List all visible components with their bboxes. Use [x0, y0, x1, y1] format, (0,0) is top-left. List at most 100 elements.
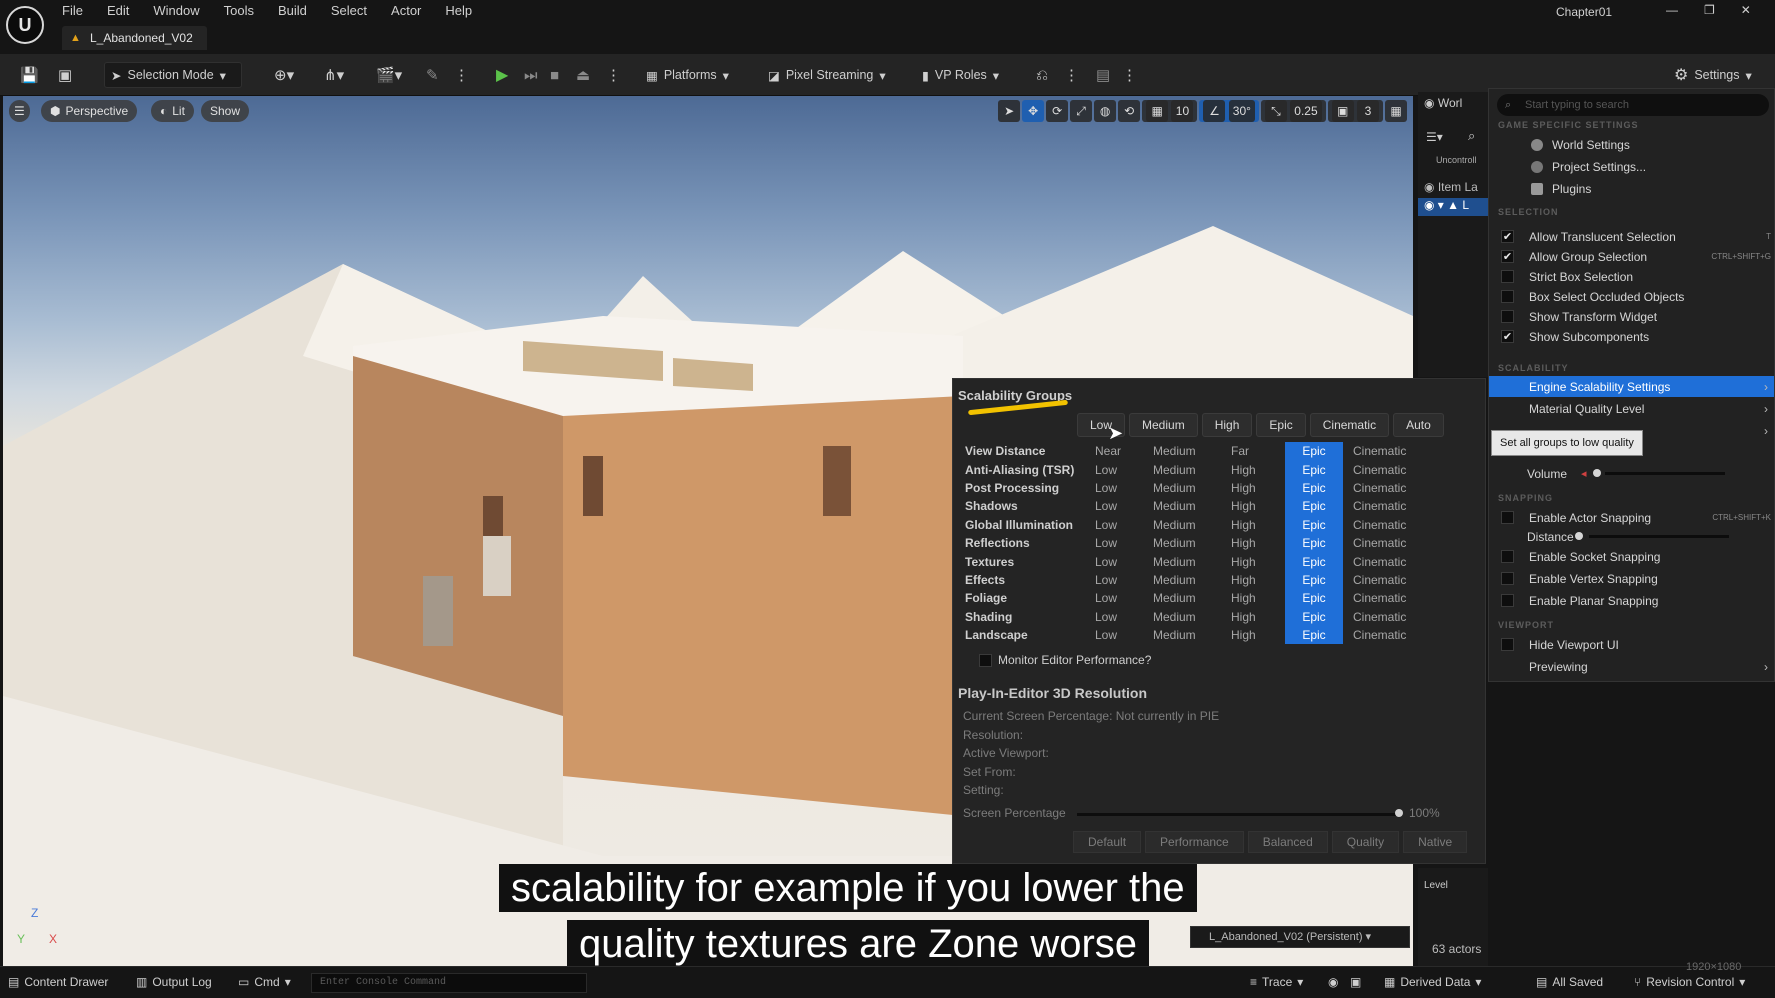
- menu-item-selection-option[interactable]: Strict Box Selection: [1489, 266, 1774, 287]
- all-saved-button[interactable]: ▤ All Saved: [1536, 975, 1603, 989]
- browse-icon[interactable]: ▣: [52, 62, 78, 88]
- scalability-level-option[interactable]: Medium: [1149, 626, 1227, 644]
- camera-speed-button[interactable]: ▣ 3: [1327, 100, 1383, 122]
- menu-actor[interactable]: Actor: [391, 3, 432, 19]
- lit-button[interactable]: ◐ Lit: [151, 100, 194, 122]
- checkbox[interactable]: [979, 653, 992, 667]
- scalability-level-option[interactable]: Cinematic: [1343, 626, 1423, 644]
- slider-handle[interactable]: [1575, 532, 1583, 540]
- vcam-icon[interactable]: ⎌: [1030, 62, 1054, 88]
- menu-window[interactable]: Window: [153, 3, 210, 19]
- res-performance-button[interactable]: Performance: [1145, 831, 1244, 853]
- menu-item-engine-scalability[interactable]: Engine Scalability Settings ›: [1489, 376, 1774, 397]
- menu-item-world-settings[interactable]: World Settings: [1489, 134, 1774, 155]
- preset-medium-button[interactable]: Medium: [1129, 413, 1198, 437]
- menu-item-previewing[interactable]: Previewing ›: [1489, 656, 1774, 677]
- scalability-level-option[interactable]: Medium: [1149, 460, 1227, 478]
- checkbox[interactable]: [1501, 270, 1514, 283]
- settings-dropdown[interactable]: ⚙ Settings ▾: [1668, 62, 1758, 88]
- scalability-level-option[interactable]: High: [1227, 479, 1285, 497]
- map-tab[interactable]: ▲ L_Abandoned_V02: [62, 26, 207, 50]
- scalability-level-option[interactable]: Low: [1091, 497, 1149, 515]
- checkbox[interactable]: [1501, 550, 1514, 563]
- vp-roles-dropdown[interactable]: ▮ VP Roles ▾: [916, 62, 1005, 88]
- scalability-level-option[interactable]: Cinematic: [1343, 460, 1423, 478]
- layout-icon[interactable]: ▤: [1090, 62, 1116, 88]
- scalability-level-option[interactable]: Medium: [1149, 442, 1227, 460]
- slider-handle[interactable]: [1593, 469, 1601, 477]
- level-dropdown[interactable]: L_Abandoned_V02 (Persistent) ▾: [1190, 926, 1410, 948]
- scalability-level-option[interactable]: Low: [1091, 516, 1149, 534]
- perspective-button[interactable]: ⬢ Perspective: [41, 100, 138, 122]
- scalability-level-option[interactable]: High: [1227, 626, 1285, 644]
- scalability-level-option[interactable]: Epic: [1285, 625, 1343, 645]
- scalability-level-option[interactable]: High: [1227, 608, 1285, 626]
- monitor-performance-checkbox[interactable]: Monitor Editor Performance?: [979, 653, 1151, 667]
- show-button[interactable]: Show: [201, 100, 250, 122]
- scalability-level-option[interactable]: High: [1227, 534, 1285, 552]
- scalability-level-option[interactable]: Low: [1091, 552, 1149, 570]
- distance-slider[interactable]: [1589, 535, 1729, 538]
- cmd-dropdown[interactable]: ▭ Cmd ▾: [238, 975, 291, 989]
- mute-icon[interactable]: ◂: [1581, 467, 1587, 480]
- menu-item-selection-option[interactable]: ✔ Show Subcomponents: [1489, 326, 1774, 347]
- close-icon[interactable]: ✕: [1741, 3, 1751, 17]
- slider-handle[interactable]: [1395, 809, 1403, 817]
- scalability-level-option[interactable]: Cinematic: [1343, 534, 1423, 552]
- world-local-icon[interactable]: ◍: [1094, 100, 1117, 122]
- more-icon[interactable]: ⋮: [448, 62, 475, 88]
- scalability-level-option[interactable]: Medium: [1149, 552, 1227, 570]
- scalability-level-option[interactable]: Epic: [1285, 515, 1343, 534]
- stop-icon[interactable]: ■: [544, 62, 565, 88]
- scalability-level-option[interactable]: High: [1227, 497, 1285, 515]
- record-icon[interactable]: ◉: [1328, 975, 1338, 989]
- scalability-level-option[interactable]: Epic: [1285, 552, 1343, 571]
- scalability-level-option[interactable]: Epic: [1285, 442, 1343, 461]
- scalability-level-option[interactable]: Low: [1091, 460, 1149, 478]
- scalability-level-option[interactable]: Low: [1091, 534, 1149, 552]
- platforms-dropdown[interactable]: ▦ Platforms ▾: [640, 62, 735, 88]
- step-icon[interactable]: ⏭: [518, 62, 544, 88]
- menu-item-selection-option[interactable]: Show Transform Widget: [1489, 306, 1774, 327]
- blueprint-icon[interactable]: ⋔▾: [318, 62, 350, 88]
- scalability-level-option[interactable]: Low: [1091, 626, 1149, 644]
- scalability-level-option[interactable]: Epic: [1285, 460, 1343, 479]
- screen-percentage-slider[interactable]: [1077, 813, 1401, 816]
- menu-item-selection-option[interactable]: ✔ Allow Translucent Selection T: [1489, 226, 1774, 247]
- scalability-level-option[interactable]: Medium: [1149, 516, 1227, 534]
- play-icon[interactable]: ▶: [490, 62, 514, 88]
- derived-data-dropdown[interactable]: ▦ Derived Data ▾: [1384, 975, 1481, 989]
- menu-item-selection-option[interactable]: ✔ Allow Group Selection CTRL+SHIFT+G: [1489, 246, 1774, 267]
- scalability-level-option[interactable]: Cinematic: [1343, 479, 1423, 497]
- scale-snap-button[interactable]: ⤡ 0.25: [1260, 100, 1326, 122]
- scalability-level-option[interactable]: High: [1227, 589, 1285, 607]
- more-icon[interactable]: ⋮: [1116, 62, 1143, 88]
- menu-item-material-quality[interactable]: Material Quality Level ›: [1489, 398, 1774, 419]
- scalability-level-option[interactable]: Cinematic: [1343, 497, 1423, 515]
- surface-snap-icon[interactable]: ⟲: [1118, 100, 1141, 122]
- scalability-level-option[interactable]: Epic: [1285, 478, 1343, 498]
- scalability-level-option[interactable]: Epic: [1285, 570, 1343, 590]
- console-command-input[interactable]: Enter Console Command: [311, 973, 587, 993]
- menu-item-project-settings[interactable]: Project Settings...: [1489, 156, 1774, 177]
- move-tool-icon[interactable]: ✥: [1022, 100, 1045, 122]
- checkbox[interactable]: [1501, 638, 1514, 651]
- scalability-level-option[interactable]: Medium: [1149, 479, 1227, 497]
- restore-icon[interactable]: ❐: [1704, 3, 1715, 17]
- menu-item-socket-snapping[interactable]: Enable Socket Snapping: [1489, 546, 1774, 567]
- scalability-level-option[interactable]: Epic: [1285, 589, 1343, 608]
- checkbox[interactable]: [1501, 572, 1514, 585]
- scalability-level-option[interactable]: Cinematic: [1343, 516, 1423, 534]
- search-icon[interactable]: ⌕: [1468, 128, 1475, 144]
- scalability-level-option[interactable]: High: [1227, 571, 1285, 589]
- menu-item-plugins[interactable]: Plugins: [1489, 178, 1774, 199]
- scalability-level-option[interactable]: Cinematic: [1343, 608, 1423, 626]
- scalability-level-option[interactable]: Cinematic: [1343, 571, 1423, 589]
- volume-slider[interactable]: [1605, 472, 1725, 475]
- scalability-level-option[interactable]: Epic: [1285, 533, 1343, 553]
- eject-icon[interactable]: ⏏: [570, 62, 596, 88]
- preset-auto-button[interactable]: Auto: [1393, 413, 1444, 437]
- rotation-snap-button[interactable]: ∠ 30°: [1199, 100, 1259, 122]
- play-options-icon[interactable]: ⋮: [600, 62, 627, 88]
- filter-icon[interactable]: ☰▾: [1426, 130, 1443, 144]
